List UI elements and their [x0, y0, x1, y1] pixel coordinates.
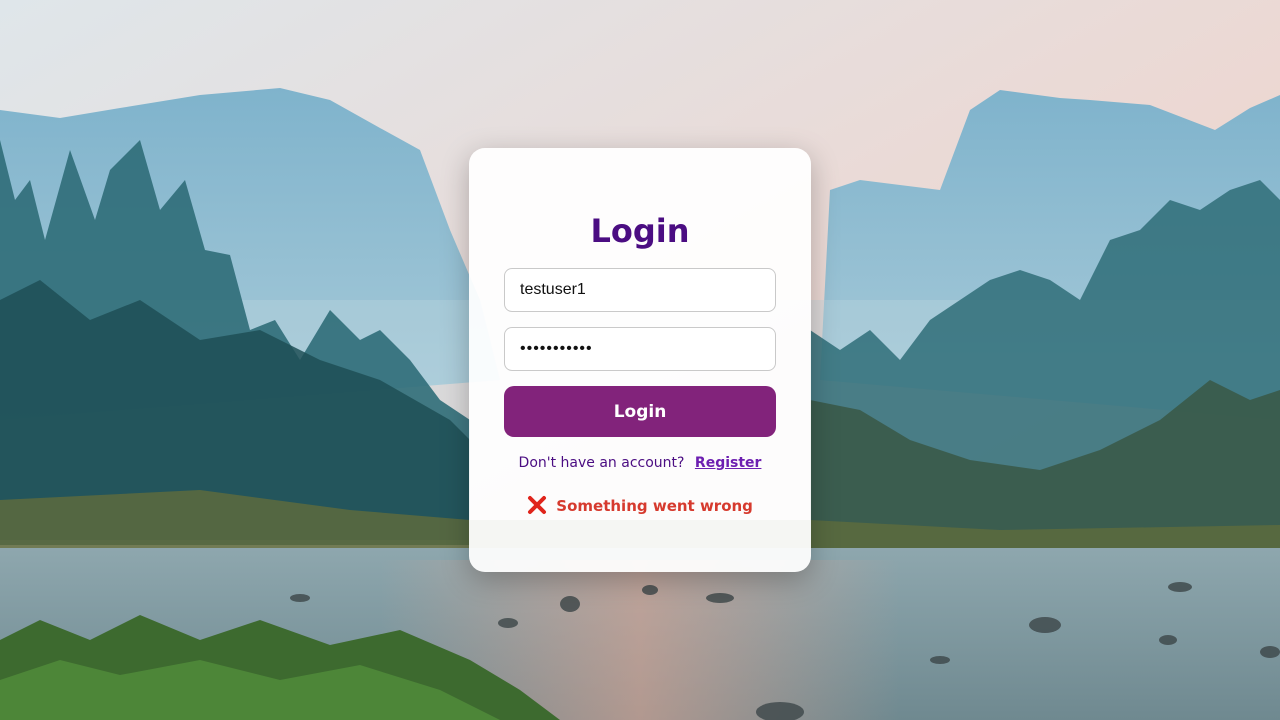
password-input[interactable] — [504, 327, 776, 371]
register-link[interactable]: Register — [695, 455, 762, 471]
login-button[interactable]: Login — [504, 386, 776, 437]
no-account-text: Don't have an account? — [518, 455, 685, 471]
register-prompt: Don't have an account? Register — [469, 455, 811, 471]
login-card: Login Login Don't have an account? Regis… — [469, 148, 811, 572]
username-input[interactable] — [504, 268, 776, 312]
x-mark-icon — [528, 496, 547, 514]
error-text: Something went wrong — [556, 497, 753, 515]
login-title: Login — [590, 212, 690, 250]
error-message: Something went wrong — [469, 495, 811, 515]
